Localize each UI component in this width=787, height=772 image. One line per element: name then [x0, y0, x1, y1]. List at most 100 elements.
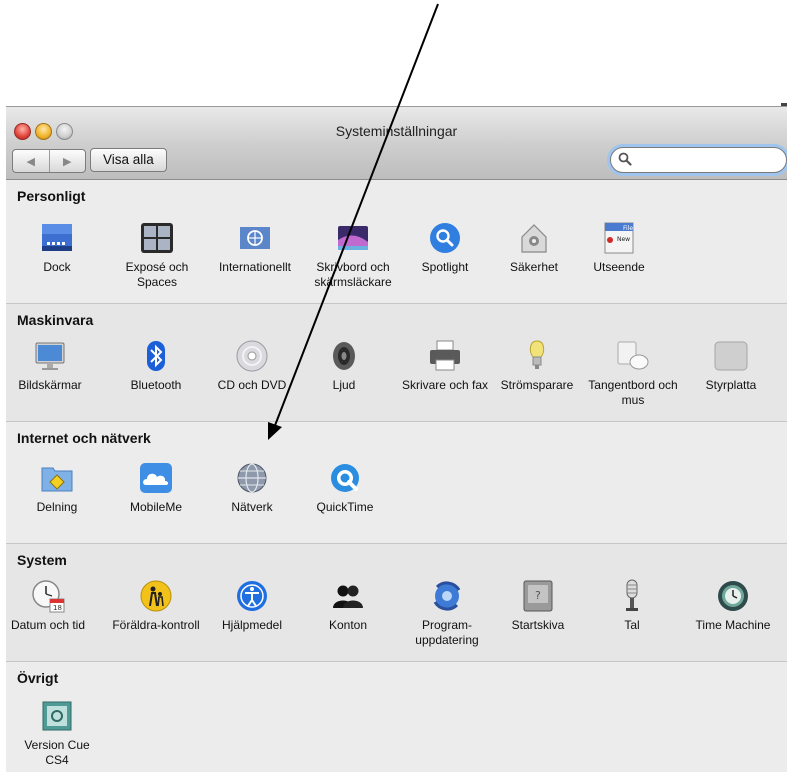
version-cue-icon: [42, 701, 72, 731]
pane-label: Time Machine: [695, 618, 771, 632]
startup-disk-icon: ?: [523, 580, 553, 612]
pane-label: MobileMe: [129, 500, 183, 514]
window-title: Systeminställningar: [335, 123, 458, 139]
pane-accessibility[interactable]: Hjälpmedel: [206, 578, 298, 633]
pane-keyboard-mouse[interactable]: Tangentbord och mus: [587, 338, 679, 408]
pane-sharing[interactable]: Delning: [11, 460, 103, 515]
sharing-icon: [41, 467, 73, 492]
pane-desktop-screensaver[interactable]: Skrivbord och skärmsläckare: [301, 220, 405, 290]
pane-cd-dvd[interactable]: CD och DVD: [206, 338, 298, 393]
pane-label: Datum och tid: [10, 618, 86, 632]
pane-label: Internationellt: [218, 260, 292, 274]
security-icon: [521, 224, 547, 253]
accessibility-icon: [237, 581, 267, 611]
keyboard-mouse-icon: [617, 341, 649, 370]
pane-label: Strömsparare: [500, 378, 574, 392]
pane-label: Konton: [328, 618, 368, 632]
spotlight-icon: [430, 223, 460, 253]
accounts-icon: [333, 585, 363, 608]
quicktime-icon: [331, 464, 359, 492]
section-system: System 18 Datum och tid Föräldra-kontrol…: [6, 543, 787, 662]
pane-version-cue[interactable]: Version Cue CS4: [11, 698, 103, 768]
section-title: Personligt: [17, 188, 86, 204]
pane-printers-fax[interactable]: Skrivare och fax: [399, 338, 491, 393]
pane-security[interactable]: Säkerhet: [488, 220, 580, 275]
pane-international[interactable]: Internationellt: [206, 220, 304, 275]
pane-software-update[interactable]: Program-uppdatering: [401, 578, 493, 648]
pane-quicktime[interactable]: QuickTime: [299, 460, 391, 515]
pane-label: Skrivare och fax: [401, 378, 489, 392]
section-title: Övrigt: [17, 670, 59, 686]
pane-startup-disk[interactable]: ? Startskiva: [492, 578, 584, 633]
pane-network[interactable]: Nätverk: [206, 460, 298, 515]
sound-icon: [333, 342, 355, 370]
forward-button[interactable]: ▶: [48, 150, 86, 172]
pane-label: Säkerhet: [509, 260, 559, 274]
pane-label: Version Cue CS4: [24, 738, 90, 767]
mobileme-icon: [140, 463, 172, 493]
pane-label: Skrivbord och skärmsläckare: [314, 260, 392, 289]
dock-icon: [42, 224, 72, 251]
energy-saver-icon: [529, 340, 545, 369]
pane-energy-saver[interactable]: Strömsparare: [491, 338, 583, 393]
expose-icon: [141, 223, 173, 253]
date-time-icon: 18: [32, 580, 65, 613]
pane-appearance[interactable]: File New Utseende: [573, 220, 665, 275]
section-title: Maskinvara: [17, 312, 94, 328]
appearance-icon: File New: [604, 222, 634, 254]
pane-label: Tangentbord och mus: [588, 378, 678, 407]
show-all-button[interactable]: Visa alla: [90, 148, 167, 172]
date-day-text: 18: [53, 604, 62, 612]
pane-label: Delning: [36, 500, 78, 514]
pane-label: Nätverk: [231, 500, 273, 514]
time-machine-icon: [718, 581, 748, 611]
pane-mobileme[interactable]: MobileMe: [110, 460, 202, 515]
section-ovrigt: Övrigt Version Cue CS4: [6, 661, 787, 772]
appearance-new-text: New: [617, 236, 630, 243]
pane-label: Hjälpmedel: [221, 618, 283, 632]
printer-icon: [430, 340, 460, 371]
pane-label: Spotlight: [421, 260, 469, 274]
pane-sound[interactable]: Ljud: [298, 338, 390, 393]
section-personligt: Personligt Dock Exposé och Spaces Intern…: [6, 180, 787, 303]
desktop-icon: [338, 226, 368, 250]
pane-label: Startskiva: [511, 618, 565, 632]
pane-displays[interactable]: Bildskärmar: [6, 338, 96, 393]
pane-label: Program-uppdatering: [415, 618, 479, 647]
international-icon: [240, 227, 270, 249]
pane-label: Dock: [43, 260, 71, 274]
svg-text:?: ?: [535, 589, 541, 602]
pane-speech[interactable]: Tal: [586, 578, 678, 633]
pane-bluetooth[interactable]: Bluetooth: [110, 338, 202, 393]
pane-date-time[interactable]: 18 Datum och tid: [6, 578, 94, 633]
pane-label: Bluetooth: [130, 378, 182, 392]
pane-dock[interactable]: Dock: [11, 220, 103, 275]
cd-dvd-icon: [236, 340, 268, 372]
network-icon: [237, 463, 267, 493]
section-title: System: [17, 552, 67, 568]
pane-label: Exposé och Spaces: [125, 260, 189, 289]
pane-expose-spaces[interactable]: Exposé och Spaces: [111, 220, 203, 290]
appearance-file-text: File: [623, 225, 633, 232]
pane-accounts[interactable]: Konton: [302, 578, 394, 633]
software-update-icon: [433, 581, 461, 611]
pane-spotlight[interactable]: Spotlight: [399, 220, 491, 275]
pane-label: Föräldra-kontroll: [112, 618, 200, 632]
bluetooth-icon: [147, 341, 165, 371]
pane-label: Ljud: [332, 378, 356, 392]
back-button[interactable]: ◀: [13, 150, 49, 172]
nav-button-group: ◀ ▶: [12, 149, 86, 173]
search-field[interactable]: [610, 147, 787, 173]
pane-trackpad[interactable]: Styrplatta: [685, 338, 777, 393]
pane-label: QuickTime: [316, 500, 374, 514]
title-bar: Systeminställningar ◀ ▶ Visa alla: [6, 107, 787, 180]
pane-parental-controls[interactable]: Föräldra-kontroll: [110, 578, 202, 633]
pane-label: Bildskärmar: [18, 378, 82, 392]
section-title: Internet och nätverk: [17, 430, 151, 446]
trackpad-icon: [714, 341, 748, 371]
pane-label: CD och DVD: [217, 378, 287, 392]
pane-time-machine[interactable]: Time Machine: [684, 578, 782, 633]
pane-label: Utseende: [593, 260, 645, 274]
system-preferences-window: Systeminställningar ◀ ▶ Visa alla Person…: [6, 106, 787, 772]
speech-icon: [626, 579, 638, 611]
